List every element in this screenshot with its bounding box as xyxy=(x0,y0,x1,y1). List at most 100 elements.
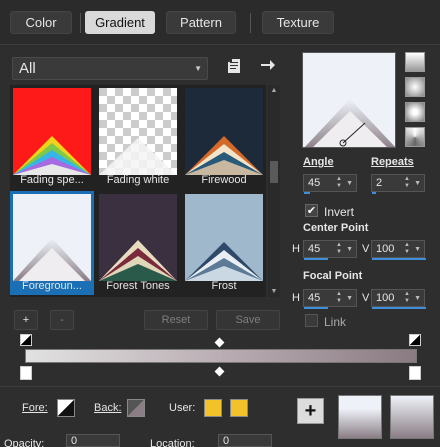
scroll-up-icon[interactable]: ▲ xyxy=(268,87,280,94)
location-value: 0 xyxy=(223,434,230,447)
preset-foreground-background[interactable]: Foregroun... xyxy=(10,191,94,295)
preset-frost[interactable]: Frost xyxy=(182,191,266,295)
user-swatch-2[interactable] xyxy=(230,399,248,417)
repeats-label: Repeats xyxy=(371,156,414,168)
center-v-label: V xyxy=(362,243,370,255)
scroll-down-icon[interactable]: ▼ xyxy=(268,288,280,295)
focal-h-value: 45 xyxy=(308,292,321,304)
chevron-down-icon[interactable]: ▼ xyxy=(346,246,353,253)
preset-label: Forest Tones xyxy=(106,280,170,292)
preset-gallery: Fading spe... Fading white Firewood Fore… xyxy=(10,85,266,297)
focal-v-slider[interactable] xyxy=(372,307,426,309)
save-button[interactable]: Save xyxy=(216,310,280,330)
tab-pattern[interactable]: Pattern xyxy=(166,11,236,34)
back-label: Back: xyxy=(94,402,122,414)
focal-point-label: Focal Point xyxy=(303,270,363,282)
chevron-down-icon[interactable]: ▼ xyxy=(414,246,421,253)
end-transparency-stop-icon[interactable] xyxy=(409,334,421,346)
spin-arrows-icon[interactable]: ▲ ▼ xyxy=(404,176,410,190)
invert-checkbox[interactable]: ✔ xyxy=(305,204,318,217)
preset-firewood[interactable]: Firewood xyxy=(182,85,266,189)
preset-thumbnail xyxy=(185,194,263,281)
tab-bar: Color Gradient Pattern Texture xyxy=(0,0,440,44)
center-v-slider[interactable] xyxy=(372,258,426,260)
gradient-bar[interactable] xyxy=(25,349,417,363)
chevron-down-icon[interactable]: ▼ xyxy=(346,180,353,187)
repeats-slider[interactable] xyxy=(372,192,376,194)
chevron-down-icon[interactable]: ▼ xyxy=(414,295,421,302)
focal-v-value: 100 xyxy=(376,292,395,304)
preset-label: Fading spe... xyxy=(20,174,84,186)
center-h-label: H xyxy=(292,243,300,255)
add-preset-button[interactable]: + xyxy=(14,310,38,330)
focal-h-label: H xyxy=(292,292,300,304)
start-color-stop-icon[interactable] xyxy=(20,366,32,380)
radial-style-button[interactable] xyxy=(405,127,425,147)
remove-preset-button[interactable]: - xyxy=(50,310,74,330)
angle-slider[interactable] xyxy=(304,192,310,194)
preset-label: Firewood xyxy=(201,174,247,186)
current-gradient-swatch[interactable] xyxy=(338,395,382,439)
center-v-value: 100 xyxy=(376,243,395,255)
preset-fading-white[interactable]: Fading white xyxy=(96,85,180,189)
preset-thumbnail xyxy=(13,194,91,281)
user-label: User: xyxy=(169,402,196,414)
opacity-input[interactable]: 0 xyxy=(66,434,120,447)
focal-v-label: V xyxy=(362,292,370,304)
spin-arrows-icon[interactable]: ▲ ▼ xyxy=(336,291,342,305)
gradient-preview[interactable] xyxy=(302,52,396,148)
spin-arrows-icon[interactable]: ▲ ▼ xyxy=(404,291,410,305)
focal-h-slider[interactable] xyxy=(304,307,328,309)
preset-label: Foregroun... xyxy=(22,280,82,292)
preset-forest-tones[interactable]: Forest Tones xyxy=(96,191,180,295)
preset-scrollbar[interactable]: ▲ ▼ xyxy=(268,85,280,297)
linear-style-button[interactable] xyxy=(405,52,425,72)
scrollbar-thumb[interactable] xyxy=(270,161,278,183)
end-color-stop-icon[interactable] xyxy=(409,366,421,380)
original-gradient-swatch[interactable] xyxy=(390,395,434,439)
link-checkbox[interactable] xyxy=(305,314,318,327)
location-label: Location: xyxy=(150,438,195,447)
start-transparency-stop-icon[interactable] xyxy=(20,334,32,346)
chevron-down-icon: ▼ xyxy=(194,64,202,73)
spin-arrows-icon[interactable]: ▲ ▼ xyxy=(404,242,410,256)
user-swatch-1[interactable] xyxy=(204,399,222,417)
center-h-value: 45 xyxy=(308,243,321,255)
focal-h-input[interactable]: 45 ▲ ▼ ▼ xyxy=(303,289,357,309)
preset-label: Fading white xyxy=(106,174,170,186)
sunburst-style-button[interactable] xyxy=(405,102,425,122)
preset-thumbnail xyxy=(99,88,177,175)
rectangular-style-button[interactable] xyxy=(405,77,425,97)
center-point-label: Center Point xyxy=(303,222,369,234)
invert-label: Invert xyxy=(324,205,355,219)
repeats-input[interactable]: 2 ▲ ▼ ▼ xyxy=(371,174,425,194)
new-document-icon[interactable] xyxy=(227,58,241,74)
preset-fading-spectrum[interactable]: Fading spe... xyxy=(10,85,94,189)
tab-color[interactable]: Color xyxy=(10,11,72,34)
preset-filter-value: All xyxy=(19,60,36,77)
export-arrow-icon[interactable] xyxy=(260,58,276,72)
angle-label: Angle xyxy=(303,156,334,168)
angle-input[interactable]: 45 ▲ ▼ ▼ xyxy=(303,174,357,194)
center-h-input[interactable]: 45 ▲ ▼ ▼ xyxy=(303,240,357,260)
spin-arrows-icon[interactable]: ▲ ▼ xyxy=(336,242,342,256)
tab-separator xyxy=(80,13,81,33)
preset-filter-dropdown[interactable]: All ▼ xyxy=(12,57,208,80)
reset-button[interactable]: Reset xyxy=(144,310,208,330)
back-swatch[interactable] xyxy=(127,399,145,417)
center-h-slider[interactable] xyxy=(304,258,328,260)
focal-v-input[interactable]: 100 ▲ ▼ ▼ xyxy=(371,289,426,309)
chevron-down-icon[interactable]: ▼ xyxy=(414,180,421,187)
add-to-palette-button[interactable]: + xyxy=(297,398,324,424)
tab-gradient[interactable]: Gradient xyxy=(85,11,155,34)
preset-thumbnail xyxy=(185,88,263,175)
fore-swatch[interactable] xyxy=(57,399,75,417)
location-input[interactable]: 0 xyxy=(218,434,272,447)
chevron-down-icon[interactable]: ▼ xyxy=(346,295,353,302)
preset-label: Frost xyxy=(211,280,237,292)
tab-separator xyxy=(250,13,251,33)
preset-thumbnail xyxy=(99,194,177,281)
spin-arrows-icon[interactable]: ▲ ▼ xyxy=(336,176,342,190)
tab-texture[interactable]: Texture xyxy=(262,11,334,34)
center-v-input[interactable]: 100 ▲ ▼ ▼ xyxy=(371,240,426,260)
